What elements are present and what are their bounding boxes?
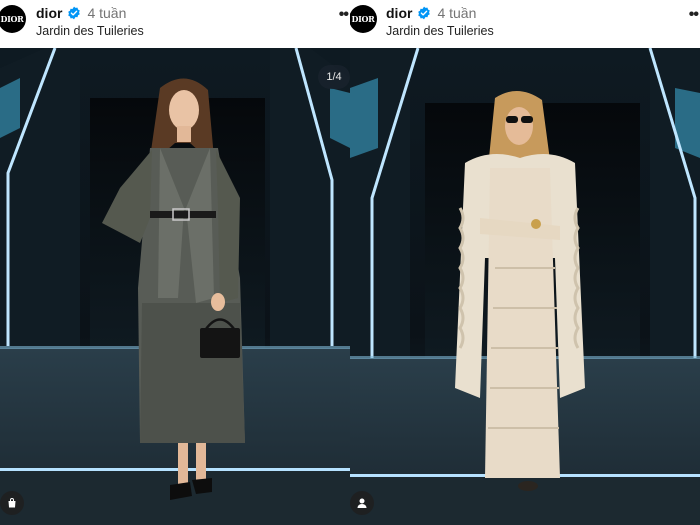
verified-badge-icon <box>68 6 81 20</box>
post-1: DIOR dior 4 tuần Jardin des Tuileries •• <box>0 0 350 525</box>
more-icon[interactable]: •• <box>339 6 349 24</box>
post-photo[interactable]: 1/4 <box>0 48 350 525</box>
shopping-bag-icon[interactable] <box>0 491 24 515</box>
account-row: dior 4 tuần <box>386 4 476 22</box>
post-header: DIOR dior 4 tuần Jardin des Tuileries •• <box>0 0 350 48</box>
post-location[interactable]: Jardin des Tuileries <box>36 24 144 38</box>
post-2: DIOR dior 4 tuần Jardin des Tuileries •• <box>350 0 700 525</box>
post-time: 4 tuần <box>87 5 127 21</box>
user-tag-icon[interactable] <box>350 491 374 515</box>
verified-badge-icon <box>418 6 431 20</box>
account-name[interactable]: dior <box>36 5 62 21</box>
account-avatar[interactable]: DIOR <box>350 5 377 33</box>
account-row: dior 4 tuần <box>36 4 126 22</box>
post-header: DIOR dior 4 tuần Jardin des Tuileries •• <box>350 0 700 48</box>
account-name[interactable]: dior <box>386 5 412 21</box>
carousel-counter: 1/4 <box>318 65 350 89</box>
account-avatar[interactable]: DIOR <box>0 5 26 33</box>
post-photo[interactable] <box>350 48 700 525</box>
post-location[interactable]: Jardin des Tuileries <box>386 24 494 38</box>
more-icon[interactable]: •• <box>689 6 699 24</box>
post-time: 4 tuần <box>437 5 477 21</box>
